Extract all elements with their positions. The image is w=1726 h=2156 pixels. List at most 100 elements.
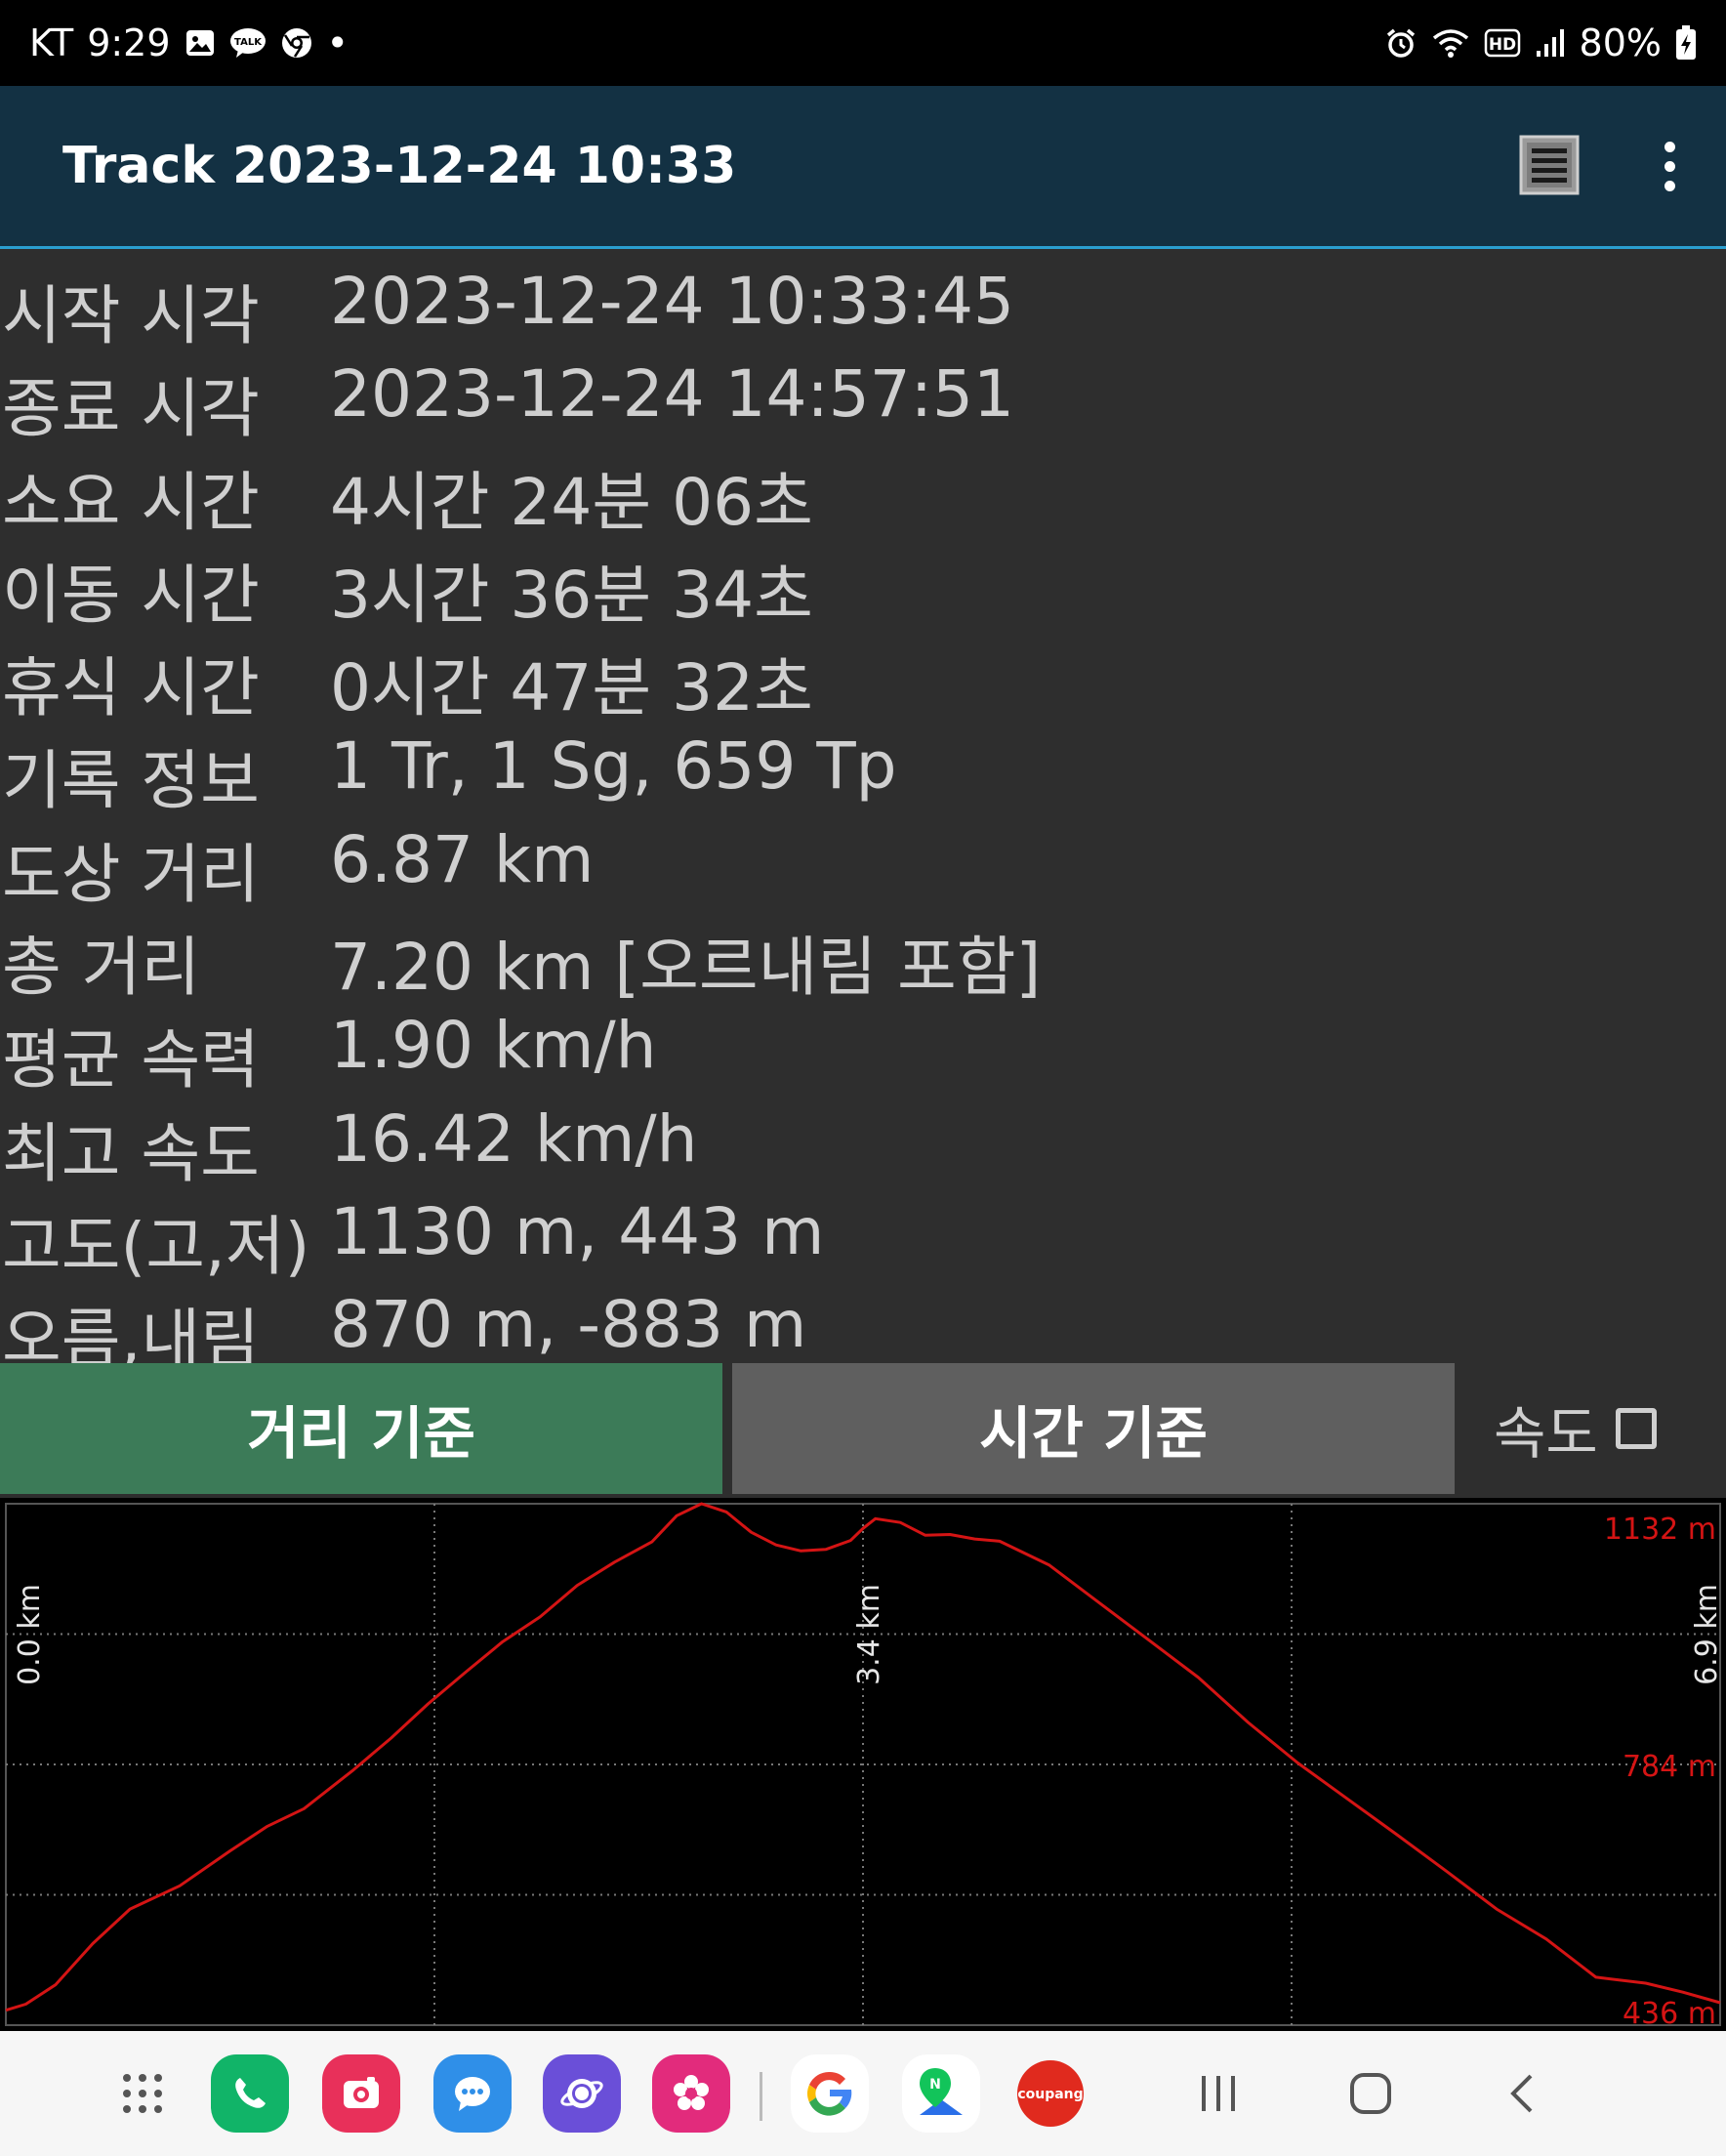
tab-distance-based[interactable]: 거리 기준 (0, 1363, 722, 1494)
elevation-chart-svg: 1132 m 784 m 436 m 0.0 km 3.4 km 6.9 km (5, 1502, 1724, 2031)
track-info-table: 시작 시각 2023-12-24 10:33:45 종료 시각 2023-12-24 … (0, 256, 1726, 1377)
alarm-icon (1384, 26, 1418, 60)
info-label: 최고 속도 (2, 1115, 260, 1191)
track-title: Track 2023-12-24 10:33 (62, 137, 737, 195)
status-bar: KT 9:29 TALK • HD 80% (0, 0, 1726, 86)
apps-grid-button[interactable] (103, 2054, 182, 2133)
info-label: 기록 정보 (2, 743, 260, 819)
info-row: 기록 정보 1 Tr, 1 Sg, 659 Tp (0, 721, 1726, 818)
google-icon (807, 2071, 852, 2116)
camera-icon (344, 2077, 379, 2108)
info-row: 도상 거리 6.87 km (0, 814, 1726, 912)
info-label: 소요 시간 (2, 464, 260, 540)
flower-app[interactable] (652, 2054, 730, 2133)
info-label: 도상 거리 (2, 836, 260, 912)
apps-grid-icon (123, 2074, 162, 2113)
camera-app[interactable] (322, 2054, 400, 2133)
info-row: 평균 속력 1.90 km/h (0, 1000, 1726, 1098)
recents-icon (1202, 2076, 1235, 2111)
more-options-button[interactable] (1650, 127, 1689, 205)
info-row: 최고 속도 16.42 km/h (0, 1094, 1726, 1191)
info-row: 시작 시각 2023-12-24 10:33:45 (0, 256, 1726, 353)
notification-dot: • (326, 21, 349, 64)
info-value: 1 Tr, 1 Sg, 659 Tp (330, 728, 897, 805)
svg-text:TALK: TALK (234, 37, 263, 48)
more-vert-icon (1664, 141, 1675, 152)
info-label: 고도(고,저) (2, 1208, 310, 1284)
info-row: 총 거리 7.20 km [오르내림 포함] (0, 907, 1726, 1005)
info-row: 이동 시간 3시간 36분 34초 (0, 535, 1726, 633)
signal-icon (1535, 27, 1566, 59)
x-axis-label: 6.9 km (1690, 1584, 1724, 1685)
x-axis-label: 3.4 km (852, 1584, 886, 1685)
messages-icon (455, 2077, 490, 2111)
y-axis-label: 1132 m (1604, 1513, 1716, 1547)
battery-percent: 80% (1579, 21, 1662, 64)
info-value: 2023-12-24 14:57:51 (330, 356, 1014, 433)
messages-app[interactable] (433, 2054, 512, 2133)
info-label: 휴식 시간 (2, 650, 260, 726)
navigation-bar: N coupang (0, 2031, 1726, 2156)
elevation-chart[interactable]: 1132 m 784 m 436 m 0.0 km 3.4 km 6.9 km (0, 1498, 1726, 2031)
info-label: 총 거리 (2, 930, 201, 1006)
list-icon (1519, 135, 1580, 195)
status-left: KT 9:29 TALK • (29, 0, 349, 86)
coupang-label: coupang (1017, 2087, 1083, 2102)
recents-button[interactable] (1179, 2054, 1257, 2133)
wifi-icon (1431, 26, 1470, 60)
hd-voice-label: HD (1488, 35, 1515, 55)
info-value: 2023-12-24 10:33:45 (330, 264, 1014, 339)
info-label: 시작 시각 (2, 278, 260, 353)
info-row: 오름,내림 870 m, -883 m (0, 1279, 1726, 1377)
coupang-icon: coupang (1017, 2060, 1084, 2127)
flower-icon (674, 2075, 709, 2110)
info-row: 종료 시각 2023-12-24 14:57:51 (0, 349, 1726, 446)
status-right: HD 80% (1384, 0, 1697, 86)
info-value: 7.20 km [오르내림 포함] (330, 930, 1042, 1006)
home-icon (1350, 2073, 1391, 2114)
info-label: 종료 시각 (2, 371, 260, 447)
tab-time-label: 시간 기준 (979, 1400, 1208, 1467)
info-value: 16.42 km/h (330, 1100, 698, 1177)
internet-icon (560, 2079, 603, 2108)
info-value: 870 m, -883 m (330, 1287, 807, 1363)
list-button[interactable] (1519, 135, 1580, 195)
y-axis-label: 436 m (1623, 1997, 1716, 2031)
kakaotalk-icon: TALK (229, 26, 267, 60)
speed-toggle[interactable]: 속도 (1494, 1363, 1726, 1494)
carrier-label: KT (29, 21, 74, 64)
info-row: 휴식 시간 0시간 47분 32초 (0, 628, 1726, 726)
internet-app[interactable] (543, 2054, 621, 2133)
info-row: 소요 시간 4시간 24분 06초 (0, 442, 1726, 540)
info-value: 6.87 km (330, 821, 595, 897)
speed-checkbox[interactable] (1615, 1408, 1657, 1449)
info-label: 평균 속력 (2, 1022, 260, 1099)
coupang-app[interactable]: coupang (1011, 2054, 1089, 2133)
x-axis-label: 0.0 km (13, 1584, 47, 1685)
chrome-icon (280, 26, 313, 60)
google-app[interactable] (791, 2054, 869, 2133)
naver-map-app[interactable]: N (902, 2054, 980, 2133)
info-value: 3시간 36분 34초 (330, 557, 813, 633)
app-bar: Track 2023-12-24 10:33 (0, 86, 1726, 249)
naver-map-letter: N (929, 2077, 941, 2093)
y-axis-label: 784 m (1623, 1750, 1716, 1784)
naver-map-icon: N (920, 2068, 963, 2115)
home-button[interactable] (1332, 2054, 1410, 2133)
info-value: 4시간 24분 06초 (330, 464, 813, 540)
hd-voice-icon: HD (1484, 28, 1521, 58)
info-value: 0시간 47분 32초 (330, 650, 813, 726)
info-value: 1.90 km/h (330, 1008, 657, 1084)
gallery-icon (185, 27, 216, 59)
phone-app[interactable] (211, 2054, 289, 2133)
tab-distance-label: 거리 기준 (247, 1400, 475, 1467)
tab-time-based[interactable]: 시간 기준 (732, 1363, 1455, 1494)
info-value: 1130 m, 443 m (330, 1193, 825, 1269)
phone-icon (235, 2078, 266, 2108)
info-row: 고도(고,저) 1130 m, 443 m (0, 1186, 1726, 1284)
back-button[interactable] (1484, 2054, 1562, 2133)
speed-label: 속도 (1494, 1400, 1598, 1467)
battery-charging-icon (1675, 25, 1697, 61)
clock-time: 9:29 (87, 21, 171, 64)
info-label: 이동 시간 (2, 557, 260, 633)
